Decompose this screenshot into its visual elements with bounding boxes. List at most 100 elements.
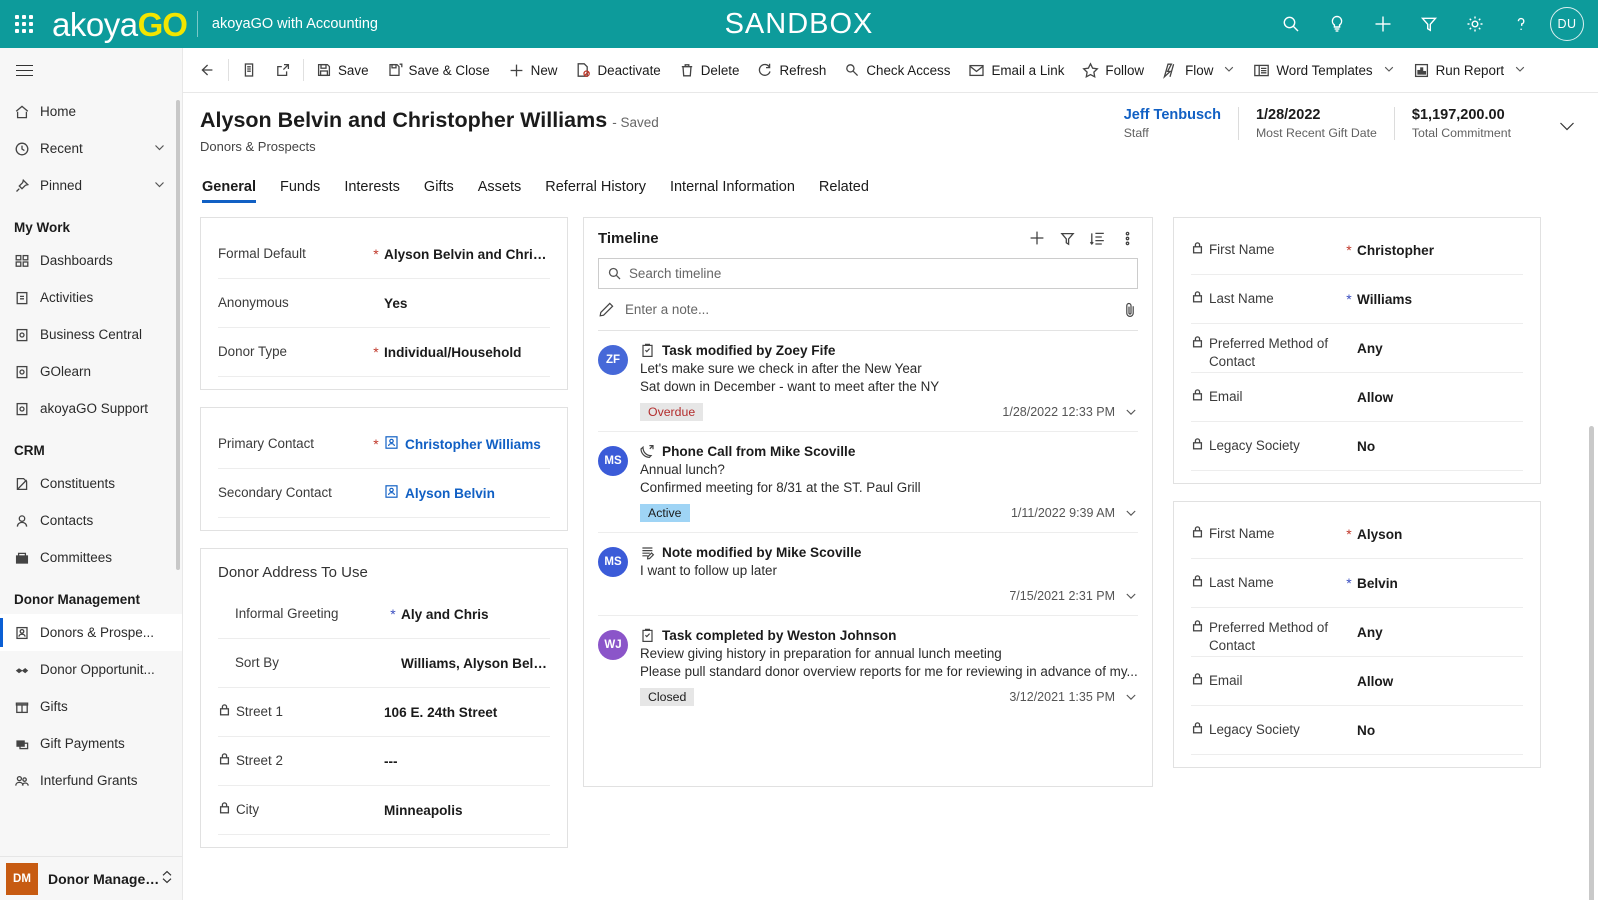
- timeline-item[interactable]: MS Note modified by Mike Scoville I want…: [598, 533, 1138, 616]
- chevron-down-icon[interactable]: [1124, 506, 1138, 520]
- follow-button[interactable]: Follow: [1073, 48, 1153, 93]
- sidebar-item-dashboards[interactable]: Dashboards: [0, 242, 182, 279]
- field-row-primary-contact: Primary Contact * Christopher Williams: [218, 420, 550, 469]
- hamburger-icon: [16, 65, 33, 76]
- sidebar-item-donor-opportunities[interactable]: Donor Opportunit...: [0, 651, 182, 688]
- right-form-column: First Name * Christopher Last Name * Wil…: [1173, 217, 1541, 785]
- settings-button[interactable]: [1452, 0, 1498, 48]
- timeline-search-input[interactable]: Search timeline: [598, 258, 1138, 289]
- sidebar-item-business-central[interactable]: Business Central: [0, 316, 182, 353]
- sidebar-item-gift-payments[interactable]: Gift Payments: [0, 725, 182, 762]
- sidebar-item-recent[interactable]: Recent: [0, 130, 182, 167]
- run-report-button[interactable]: Run Report: [1404, 48, 1535, 93]
- sidebar-item-constituents[interactable]: Constituents: [0, 465, 182, 502]
- help-button[interactable]: [1498, 0, 1544, 48]
- user-avatar[interactable]: DU: [1550, 7, 1584, 41]
- page-scrollbar[interactable]: [1589, 426, 1594, 900]
- required-indicator: *: [1341, 242, 1357, 258]
- timeline-item-line: Please pull standard donor overview repo…: [640, 664, 1138, 679]
- field-value-sort-by[interactable]: Williams, Alyson Belvin a...: [401, 656, 550, 671]
- command-divider: [228, 59, 229, 81]
- trash-icon: [679, 62, 695, 78]
- command-divider: [303, 59, 304, 81]
- tab-funds[interactable]: Funds: [268, 179, 332, 203]
- header-field-value[interactable]: Jeff Tenbusch: [1124, 107, 1221, 123]
- search-icon: [1281, 14, 1301, 34]
- timeline-create-button[interactable]: [1022, 223, 1052, 253]
- section-title: Donor Address To Use: [201, 561, 567, 590]
- field-value-anonymous[interactable]: Yes: [384, 296, 550, 311]
- save-button[interactable]: Save: [307, 48, 378, 93]
- tab-general[interactable]: General: [200, 179, 268, 203]
- timeline-item[interactable]: ZF Task modified by Zoey Fife Let's make…: [598, 331, 1138, 432]
- deactivate-button[interactable]: Deactivate: [566, 48, 669, 93]
- field-value-secondary-contact[interactable]: Alyson Belvin: [384, 484, 550, 502]
- sidebar-item-label: Business Central: [40, 327, 182, 342]
- sidebar-item-label: Gift Payments: [40, 736, 182, 751]
- site-map-toggle-button[interactable]: [0, 48, 48, 93]
- sidebar-item-home[interactable]: Home: [0, 93, 182, 130]
- filter-button[interactable]: [1406, 0, 1452, 48]
- field-label: Secondary Contact: [218, 484, 368, 502]
- sidebar-item-golearn[interactable]: GOlearn: [0, 353, 182, 390]
- check-access-button[interactable]: Check Access: [835, 48, 959, 93]
- field-value-primary-contact[interactable]: Christopher Williams: [384, 435, 550, 453]
- brand-logo[interactable]: akoyaGO: [52, 8, 187, 41]
- field-value-formal-default[interactable]: Alyson Belvin and Christo...: [384, 247, 550, 262]
- word-templates-button[interactable]: Word Templates: [1244, 48, 1403, 93]
- sidebar-item-label: akoyaGO Support: [40, 401, 182, 416]
- sidebar-item-committees[interactable]: Committees: [0, 539, 182, 576]
- sidebar-item-donors-and-prospects[interactable]: Donors & Prospe...: [0, 614, 182, 651]
- save-and-close-button[interactable]: Save & Close: [378, 48, 499, 93]
- tab-interests[interactable]: Interests: [332, 179, 412, 203]
- sidebar-item-pinned[interactable]: Pinned: [0, 167, 182, 204]
- tab-gifts[interactable]: Gifts: [412, 179, 466, 203]
- field-value-donor-type[interactable]: Individual/Household: [384, 345, 550, 360]
- area-switcher[interactable]: DM Donor Managem...: [0, 856, 183, 900]
- chevron-down-icon[interactable]: [1124, 589, 1138, 603]
- sidebar-item-interfund-grants[interactable]: Interfund Grants: [0, 762, 182, 799]
- back-button[interactable]: [189, 48, 225, 93]
- field-row-sort-by: Sort By Williams, Alyson Belvin a...: [218, 639, 550, 688]
- flow-button[interactable]: Flow: [1153, 48, 1244, 93]
- required-indicator: *: [385, 606, 401, 622]
- paperclip-icon[interactable]: [1122, 301, 1138, 319]
- delete-button[interactable]: Delete: [670, 48, 749, 93]
- tab-internal-information[interactable]: Internal Information: [658, 179, 807, 203]
- assistant-button[interactable]: [1314, 0, 1360, 48]
- search-button[interactable]: [1268, 0, 1314, 48]
- refresh-button[interactable]: Refresh: [748, 48, 835, 93]
- tab-related[interactable]: Related: [807, 179, 881, 203]
- tab-referral-history[interactable]: Referral History: [533, 179, 658, 203]
- task-icon: [640, 628, 655, 643]
- timeline-item[interactable]: WJ Task completed by Weston Johnson Revi…: [598, 616, 1138, 716]
- field-value-informal-greeting[interactable]: Aly and Chris: [401, 607, 550, 622]
- app-launcher-button[interactable]: [0, 0, 48, 48]
- expand-header-button[interactable]: [1556, 115, 1578, 142]
- field-value-email: Allow: [1357, 674, 1523, 689]
- timeline-sort-button[interactable]: [1082, 223, 1112, 253]
- email-a-link-button[interactable]: Email a Link: [959, 48, 1073, 93]
- sidebar-item-akoyago-support[interactable]: akoyaGO Support: [0, 390, 182, 427]
- chevron-down-icon[interactable]: [1124, 405, 1138, 419]
- sidebar-item-activities[interactable]: Activities: [0, 279, 182, 316]
- chevron-down-icon[interactable]: [1124, 690, 1138, 704]
- new-button[interactable]: New: [499, 48, 567, 93]
- sidebar-scrollbar[interactable]: [176, 100, 180, 570]
- timeline-more-button[interactable]: [1112, 223, 1142, 253]
- timeline-filter-button[interactable]: [1052, 223, 1082, 253]
- tab-assets[interactable]: Assets: [466, 179, 534, 203]
- sidebar-item-label: Contacts: [40, 513, 182, 528]
- timeline-note-input[interactable]: Enter a note...: [598, 289, 1138, 331]
- page-title: Alyson Belvin and Christopher Williams- …: [200, 108, 659, 133]
- quick-create-button[interactable]: [1360, 0, 1406, 48]
- form-selector-button[interactable]: [232, 48, 266, 93]
- header-quick-fields: Jeff Tenbusch Staff 1/28/2022 Most Recen…: [1107, 107, 1528, 140]
- sidebar-item-contacts[interactable]: Contacts: [0, 502, 182, 539]
- timeline-item[interactable]: MS Phone Call from Mike Scoville Annual …: [598, 432, 1138, 533]
- popout-button[interactable]: [266, 48, 300, 93]
- field-label: City: [236, 801, 259, 819]
- sidebar-item-gifts[interactable]: Gifts: [0, 688, 182, 725]
- lock-icon: [1191, 574, 1204, 592]
- chevron-down-icon: [153, 141, 166, 157]
